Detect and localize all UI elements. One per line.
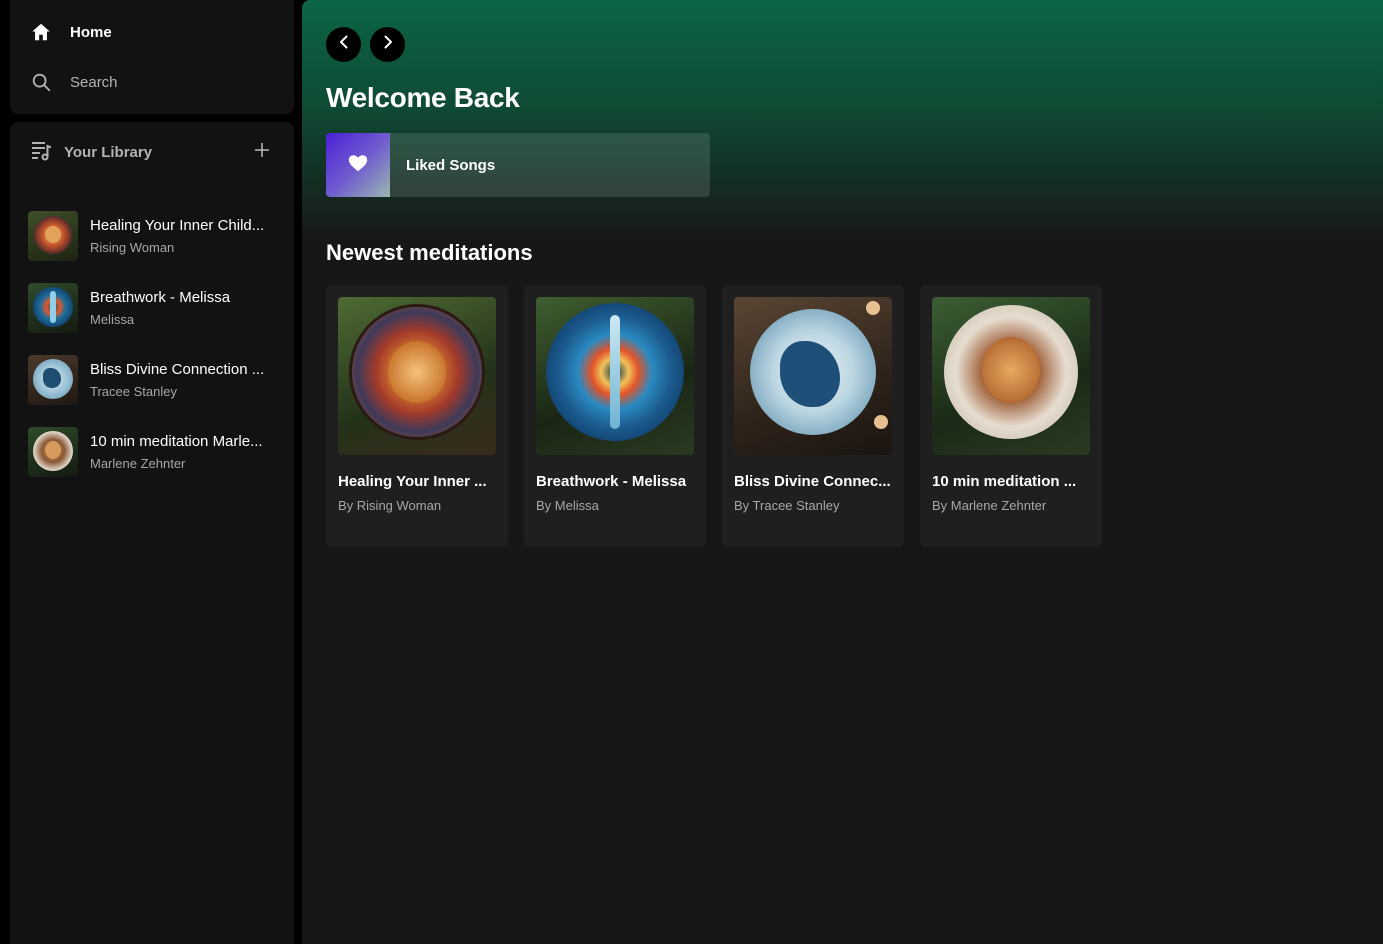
library-item-name: 10 min meditation Marle... <box>90 433 263 450</box>
header-gradient <box>302 0 1383 240</box>
nav-home-label: Home <box>70 23 112 41</box>
lion-red-cover <box>338 297 496 455</box>
library-item-artist: Marlene Zehnter <box>90 456 186 471</box>
chevron-left-icon <box>336 34 352 55</box>
page-title: Welcome Back <box>326 82 520 113</box>
meditation-card[interactable]: Healing Your Inner ... By Rising Woman <box>326 285 508 547</box>
library-item[interactable]: Bliss Divine Connection ... Tracee Stanl… <box>28 344 286 416</box>
lion-gold-cover <box>932 297 1090 455</box>
mandala-blue-thumbnail <box>28 283 78 333</box>
main-content: Welcome Back Liked Songs Newest meditati… <box>302 0 1383 944</box>
liked-songs-label: Liked Songs <box>406 156 496 174</box>
plus-icon <box>253 141 271 164</box>
card-title: Breathwork - Melissa <box>536 473 687 490</box>
library-item-artist: Rising Woman <box>90 240 175 255</box>
meditation-card[interactable]: Bliss Divine Connec... By Tracee Stanley <box>722 285 904 547</box>
mandala-blue-cover <box>536 297 694 455</box>
section-title: Newest meditations <box>326 240 533 265</box>
card-artist: By Melissa <box>536 498 599 513</box>
library-header: Your Library <box>30 138 276 166</box>
lion-red-thumbnail <box>28 211 78 261</box>
meditation-card[interactable]: Breathwork - Melissa By Melissa <box>524 285 706 547</box>
chevron-right-icon <box>380 34 396 55</box>
nav-search[interactable]: Search <box>30 70 118 94</box>
library-item-name: Healing Your Inner Child... <box>90 217 265 234</box>
library-item[interactable]: Breathwork - Melissa Melissa <box>28 272 286 344</box>
nav-search-label: Search <box>70 73 118 91</box>
library-item[interactable]: Healing Your Inner Child... Rising Woman <box>28 200 286 272</box>
library-title: Your Library <box>64 143 153 161</box>
app-window: Home Search Your Library Healing Your In… <box>0 0 1383 944</box>
library-panel: Your Library Healing Your Inner Child...… <box>10 122 294 944</box>
sidebar-nav: Home Search <box>10 0 294 114</box>
heart-icon <box>347 152 369 179</box>
library-toggle[interactable]: Your Library <box>30 138 152 166</box>
meditation-cards: Healing Your Inner ... By Rising Woman B… <box>326 285 1102 547</box>
library-item-name: Bliss Divine Connection ... <box>90 361 265 378</box>
library-list: Healing Your Inner Child... Rising Woman… <box>28 200 286 488</box>
library-item[interactable]: 10 min meditation Marle... Marlene Zehnt… <box>28 416 286 488</box>
card-artist: By Tracee Stanley <box>734 498 840 513</box>
meditation-card[interactable]: 10 min meditation ... By Marlene Zehnter <box>920 285 1102 547</box>
add-playlist-button[interactable] <box>248 138 276 166</box>
back-button[interactable] <box>326 27 361 62</box>
wolf-white-thumbnail <box>28 355 78 405</box>
history-nav <box>326 27 405 62</box>
nav-home[interactable]: Home <box>30 20 112 44</box>
library-item-artist: Melissa <box>90 312 135 327</box>
search-icon <box>30 71 52 93</box>
card-title: 10 min meditation ... <box>932 473 1077 490</box>
library-icon <box>30 138 54 166</box>
library-item-artist: Tracee Stanley <box>90 384 177 399</box>
card-title: Healing Your Inner ... <box>338 473 487 490</box>
card-title: Bliss Divine Connec... <box>734 473 891 490</box>
home-icon <box>30 21 52 43</box>
card-artist: By Marlene Zehnter <box>932 498 1047 513</box>
wolf-white-cover <box>734 297 892 455</box>
liked-songs-shortcut[interactable]: Liked Songs <box>326 133 710 197</box>
lion-gold-thumbnail <box>28 427 78 477</box>
card-artist: By Rising Woman <box>338 498 442 513</box>
liked-songs-art <box>326 133 390 197</box>
library-item-name: Breathwork - Melissa <box>90 289 231 306</box>
forward-button[interactable] <box>370 27 405 62</box>
